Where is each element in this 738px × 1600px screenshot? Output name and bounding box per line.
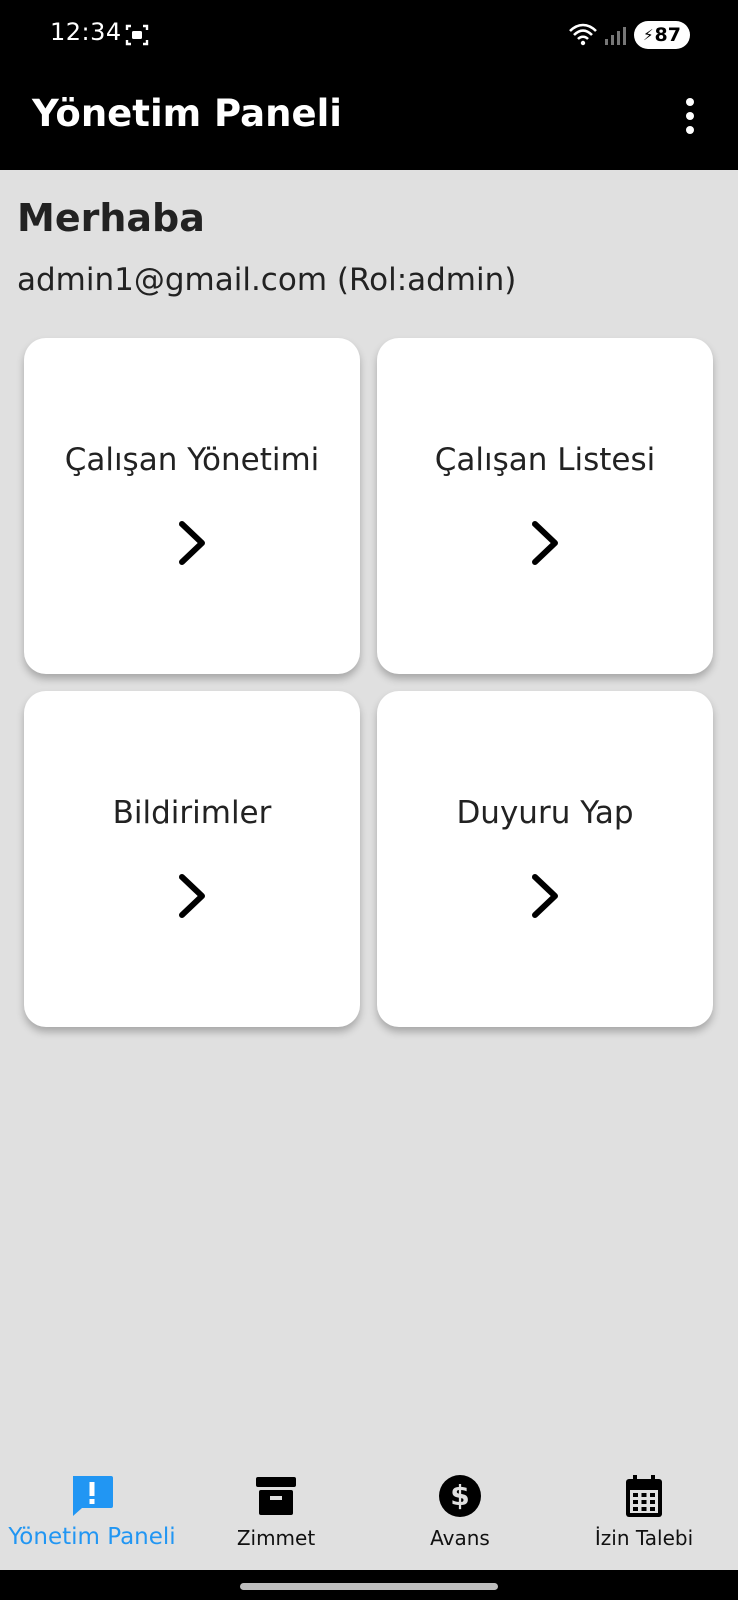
signal-icon: [605, 27, 626, 45]
calendar-icon: [626, 1475, 662, 1517]
card-calisan-yonetimi[interactable]: Çalışan Yönetimi: [24, 338, 360, 674]
nav-label: İzin Talebi: [594, 1526, 694, 1550]
more-vertical-icon[interactable]: [670, 92, 710, 140]
archive-box-icon: [256, 1477, 296, 1515]
nav-label: Zimmet: [236, 1526, 316, 1550]
battery-charging-icon: ⚡ 87: [634, 21, 690, 49]
card-label: Çalışan Yönetimi: [64, 442, 320, 478]
status-bar: 12:34 ⚡ 87: [0, 0, 738, 70]
status-time: 12:34: [50, 18, 122, 46]
card-label: Duyuru Yap: [456, 795, 634, 831]
battery-level: 87: [654, 24, 681, 46]
greeting-title: Merhaba: [17, 196, 205, 240]
wifi-icon: [569, 23, 597, 46]
dollar-icon: $: [439, 1475, 481, 1517]
gesture-handle[interactable]: [240, 1583, 498, 1590]
card-bildirimler[interactable]: Bildirimler: [24, 691, 360, 1027]
app-bar: Yönetim Paneli: [0, 70, 738, 170]
screenshot-icon: [125, 24, 149, 46]
app-title: Yönetim Paneli: [32, 92, 342, 135]
user-info: admin1@gmail.com (Rol:admin): [17, 262, 517, 298]
nav-label: Avans: [430, 1526, 490, 1550]
card-duyuru-yap[interactable]: Duyuru Yap: [377, 691, 713, 1027]
nav-item-yonetim-paneli[interactable]: Yönetim Paneli: [0, 1440, 184, 1570]
nav-item-zimmet[interactable]: Zimmet: [184, 1440, 368, 1570]
alert-message-icon: [73, 1476, 113, 1516]
card-label: Çalışan Listesi: [434, 442, 656, 478]
svg-text:$: $: [450, 1479, 469, 1512]
bottom-nav: Yönetim Paneli Zimmet $ Avans İzin Taleb…: [0, 1440, 738, 1570]
system-gesture-bar: [0, 1570, 738, 1600]
nav-item-izin-talebi[interactable]: İzin Talebi: [552, 1440, 736, 1570]
chevron-right-icon: [179, 874, 205, 918]
nav-label: Yönetim Paneli: [8, 1524, 176, 1550]
nav-item-avans[interactable]: $ Avans: [368, 1440, 552, 1570]
chevron-right-icon: [532, 874, 558, 918]
card-label: Bildirimler: [112, 795, 272, 831]
chevron-right-icon: [532, 521, 558, 565]
card-calisan-listesi[interactable]: Çalışan Listesi: [377, 338, 713, 674]
chevron-right-icon: [179, 521, 205, 565]
